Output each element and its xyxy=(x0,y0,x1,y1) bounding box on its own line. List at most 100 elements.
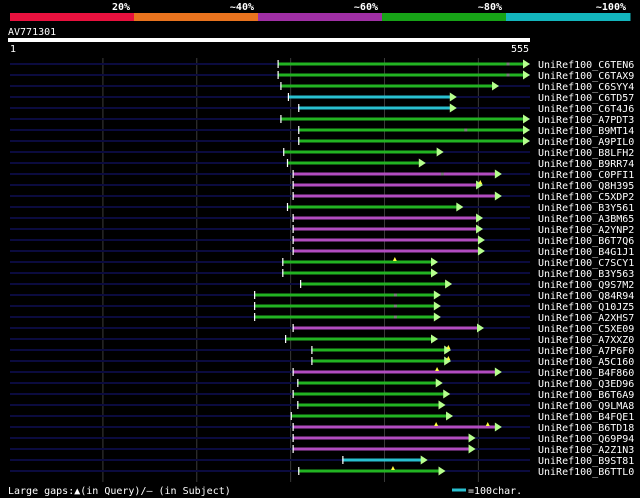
hit-start-tick xyxy=(286,203,289,211)
hit-start-tick xyxy=(311,346,313,354)
hit-start-tick xyxy=(298,104,300,112)
hit-bar[interactable] xyxy=(292,249,479,253)
hit-bar[interactable] xyxy=(292,194,496,198)
hit-name[interactable]: UniRef100_B9MT14 xyxy=(538,126,634,137)
hit-bar[interactable] xyxy=(292,392,445,396)
hit-name[interactable]: UniRef100_B6TTL0 xyxy=(538,467,634,478)
hit-name[interactable]: UniRef100_Q9S7M2 xyxy=(538,280,634,291)
hit-bar[interactable] xyxy=(297,381,437,385)
hit-start-tick xyxy=(292,170,294,178)
hit-bar[interactable] xyxy=(254,293,435,297)
hit-bar[interactable] xyxy=(297,403,440,407)
hit-start-tick xyxy=(285,335,287,343)
hit-bar[interactable] xyxy=(292,238,479,242)
hit-name[interactable]: UniRef100_A3BM65 xyxy=(538,214,634,225)
hit-name[interactable]: UniRef100_A5C160 xyxy=(538,357,634,368)
hit-bar[interactable] xyxy=(286,161,420,165)
hit-bar[interactable] xyxy=(292,447,470,451)
hit-start-tick xyxy=(292,423,294,431)
hit-name[interactable]: UniRef100_C5XE09 xyxy=(538,324,634,335)
hit-start-tick xyxy=(286,159,289,167)
hit-start-tick xyxy=(254,291,256,299)
hit-name[interactable]: UniRef100_B8LFH2 xyxy=(538,148,634,159)
hit-bar[interactable] xyxy=(298,106,451,110)
hit-bar[interactable] xyxy=(298,139,524,143)
hit-bar[interactable] xyxy=(342,458,422,462)
hit-name[interactable]: UniRef100_B4G1J1 xyxy=(538,247,634,258)
hit-name[interactable]: UniRef100_A2XHS7 xyxy=(538,313,634,324)
hit-bar[interactable] xyxy=(282,271,433,275)
hit-name[interactable]: UniRef100_A7PDT3 xyxy=(538,115,634,126)
hit-name[interactable]: UniRef100_A9PIL0 xyxy=(538,137,634,148)
legend-label: ~40% xyxy=(230,2,254,13)
hit-start-tick xyxy=(282,258,284,266)
hit-bar[interactable] xyxy=(277,62,524,66)
hit-bar[interactable] xyxy=(311,359,446,363)
hit-name[interactable]: UniRef100_A7P6F0 xyxy=(538,346,634,357)
hit-start-tick xyxy=(280,82,282,90)
hit-bar[interactable] xyxy=(254,304,435,308)
hit-bar[interactable] xyxy=(280,84,494,88)
hit-bar[interactable] xyxy=(290,414,448,418)
hit-start-tick xyxy=(298,137,300,145)
hit-name[interactable]: UniRef100_Q3ED96 xyxy=(538,379,634,390)
hit-bar[interactable] xyxy=(292,326,479,330)
hit-bar[interactable] xyxy=(298,128,524,132)
hit-name[interactable]: UniRef100_C5XDP2 xyxy=(538,192,634,203)
hit-name[interactable]: UniRef100_C0PFI1 xyxy=(538,170,634,181)
legend-swatch xyxy=(258,13,383,21)
hit-bar[interactable] xyxy=(287,95,451,99)
hit-name[interactable]: UniRef100_B4F860 xyxy=(538,368,634,379)
hit-name[interactable]: UniRef100_B6TD18 xyxy=(538,423,634,434)
hit-name[interactable]: UniRef100_B9RR74 xyxy=(538,159,634,170)
hit-bar[interactable] xyxy=(283,150,438,154)
hit-name[interactable]: UniRef100_C7SCY1 xyxy=(538,258,634,269)
hit-start-tick xyxy=(300,280,302,288)
hit-bar[interactable] xyxy=(280,117,524,121)
hit-bar[interactable] xyxy=(292,216,478,220)
hit-start-tick xyxy=(292,236,294,244)
range-start: 1 xyxy=(10,44,16,55)
hit-bar[interactable] xyxy=(292,227,478,231)
hit-name[interactable]: UniRef100_A7XXZ0 xyxy=(538,335,634,346)
hit-name[interactable]: UniRef100_C6SYY4 xyxy=(538,82,634,93)
hit-name[interactable]: UniRef100_B3Y563 xyxy=(538,269,634,280)
hit-bar[interactable] xyxy=(286,205,458,209)
hit-name[interactable]: UniRef100_B9ST81 xyxy=(538,456,634,467)
hit-bar[interactable] xyxy=(292,436,470,440)
hit-name[interactable]: UniRef100_A2YNP2 xyxy=(538,225,634,236)
hit-name[interactable]: UniRef100_Q9LMA8 xyxy=(538,401,634,412)
hit-bar[interactable] xyxy=(254,315,435,319)
hit-name[interactable]: UniRef100_B3Y561 xyxy=(538,203,634,214)
subject-gap-marker xyxy=(464,128,468,132)
hit-bar[interactable] xyxy=(277,73,524,77)
hit-bar[interactable] xyxy=(292,425,496,429)
hit-name[interactable]: UniRef100_Q84R94 xyxy=(538,291,634,302)
hit-start-tick xyxy=(292,434,294,442)
hit-name[interactable]: UniRef100_Q8H395 xyxy=(538,181,634,192)
hit-name[interactable]: UniRef100_Q69P94 xyxy=(538,434,634,445)
legend-swatch xyxy=(10,13,135,21)
hit-name[interactable]: UniRef100_A2Z1N3 xyxy=(538,445,634,456)
hit-name[interactable]: UniRef100_Q10JZ5 xyxy=(538,302,634,313)
hit-name[interactable]: UniRef100_B6T7Q6 xyxy=(538,236,634,247)
hit-name[interactable]: UniRef100_B6T6A9 xyxy=(538,390,634,401)
hit-start-tick xyxy=(311,357,313,365)
hit-bar[interactable] xyxy=(285,337,433,341)
hit-bar[interactable] xyxy=(292,172,496,176)
hit-bar[interactable] xyxy=(292,183,478,187)
hit-name[interactable]: UniRef100_C6TD57 xyxy=(538,93,634,104)
hit-bar[interactable] xyxy=(292,370,496,374)
hit-bar[interactable] xyxy=(311,348,446,352)
hit-bar[interactable] xyxy=(300,282,447,286)
hit-name[interactable]: UniRef100_B4FQE1 xyxy=(538,412,634,423)
hit-name[interactable]: UniRef100_C6TEN6 xyxy=(538,60,634,71)
scale-label: =100char. xyxy=(468,486,522,497)
hit-name[interactable]: UniRef100_C6TAX9 xyxy=(538,71,634,82)
hit-name[interactable]: UniRef100_C6T4J6 xyxy=(538,104,634,115)
hit-bar[interactable] xyxy=(282,260,433,264)
hit-bar[interactable] xyxy=(298,469,440,473)
legend-label: 20% xyxy=(112,2,130,13)
hit-start-tick xyxy=(277,71,279,79)
hit-start-tick xyxy=(292,181,294,189)
